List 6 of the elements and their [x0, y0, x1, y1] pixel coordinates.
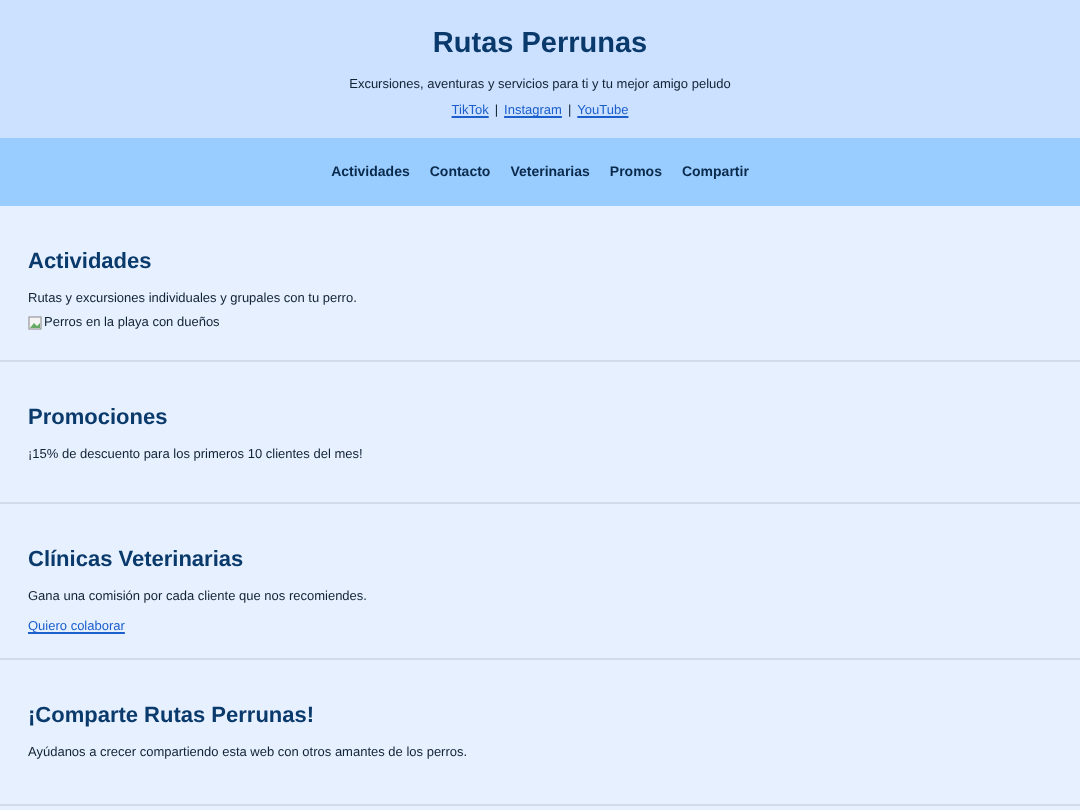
section-heading: Promociones	[28, 406, 170, 430]
broken-image-icon	[28, 316, 42, 330]
site-title: Rutas Perrunas	[430, 28, 650, 60]
section-heading: ¡Comparte Rutas Perrunas!	[28, 704, 317, 728]
section-heading: Actividades	[28, 250, 154, 274]
section-heading: Clínicas Veterinarias	[28, 548, 246, 572]
